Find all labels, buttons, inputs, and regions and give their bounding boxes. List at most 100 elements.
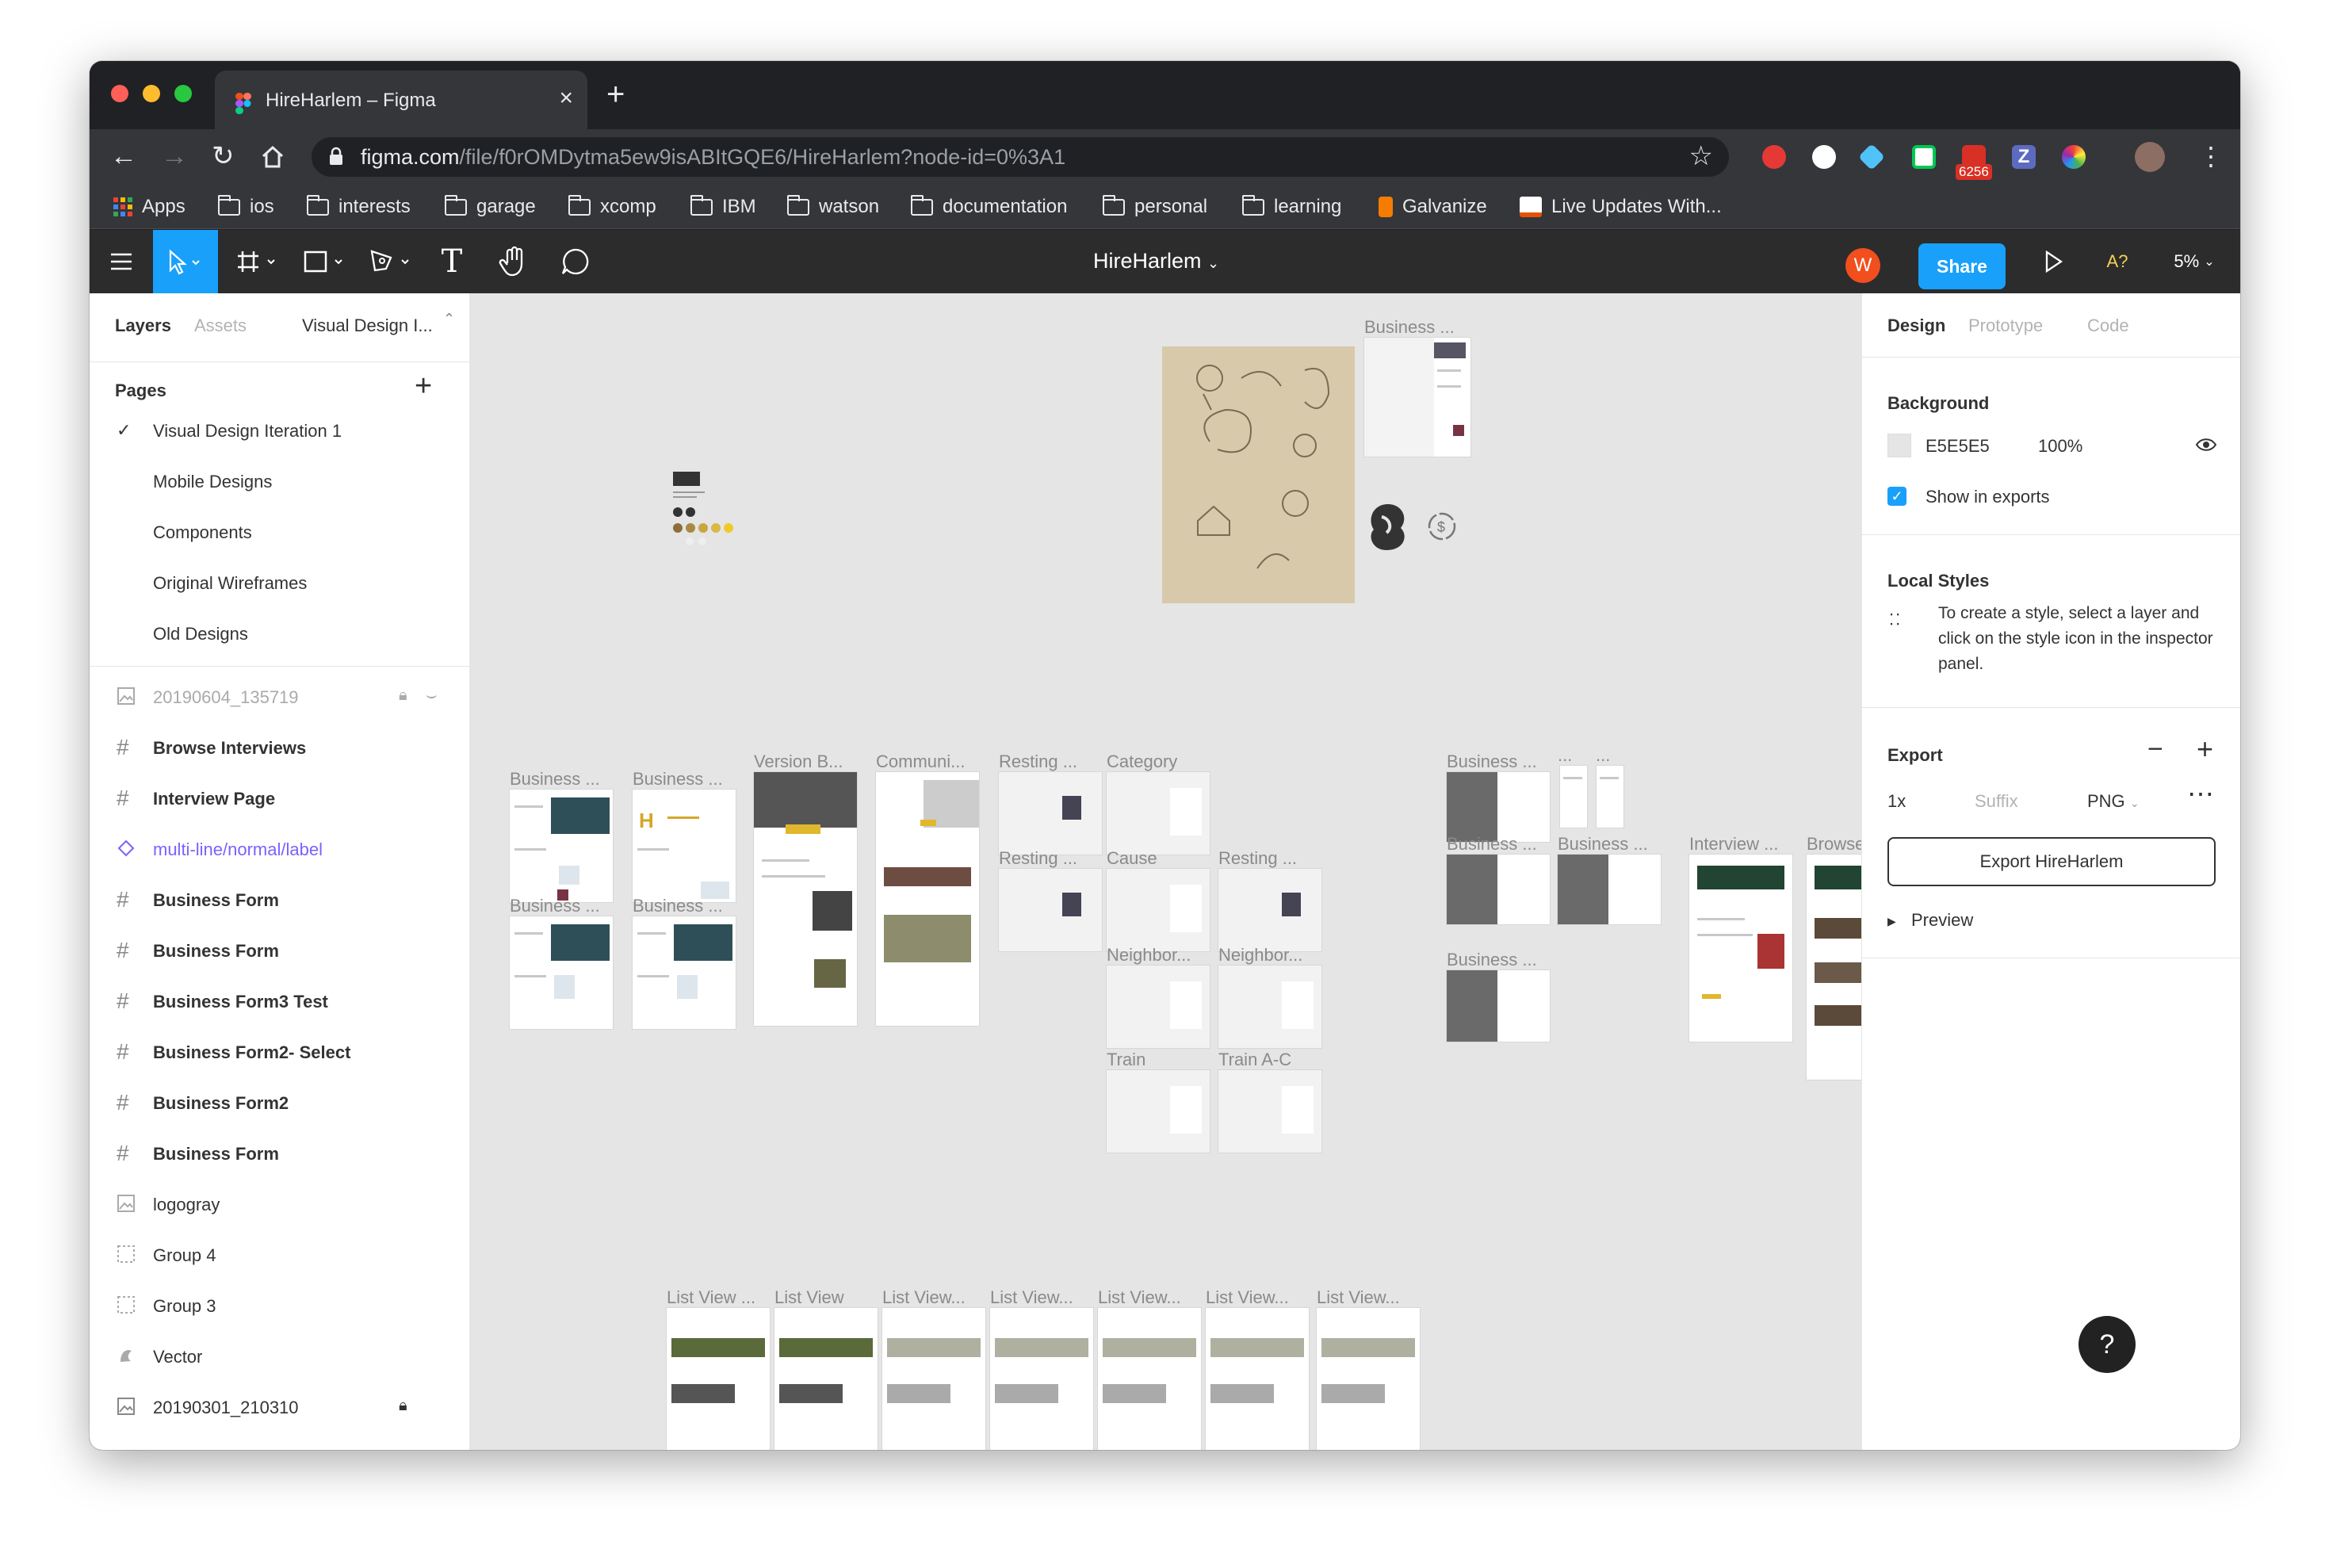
bookmark-live-updates[interactable]: Live Updates With... xyxy=(1520,196,1722,218)
frame-business[interactable] xyxy=(1447,855,1550,924)
missing-fonts-button[interactable]: A? xyxy=(2086,230,2149,293)
frame-train[interactable] xyxy=(1107,1070,1210,1153)
frame-neighborhood[interactable] xyxy=(1107,966,1210,1048)
frame-list-view[interactable] xyxy=(990,1308,1093,1450)
add-page-button[interactable]: + xyxy=(415,369,432,403)
tab-code[interactable]: Code xyxy=(2087,316,2129,336)
frame-label[interactable]: Resting ... xyxy=(999,751,1077,772)
layer-row[interactable]: # Business Form xyxy=(90,926,470,977)
reload-icon[interactable]: ↻ xyxy=(212,140,235,172)
eye-icon[interactable] xyxy=(2195,436,2217,453)
comment-tool-button[interactable] xyxy=(548,230,603,293)
new-tab-button[interactable]: + xyxy=(606,77,625,113)
bookmark-folder-garage[interactable]: garage xyxy=(444,194,536,218)
frame-community[interactable] xyxy=(876,772,979,1026)
maximize-window-button[interactable] xyxy=(174,85,192,102)
bookmark-apps[interactable]: Apps xyxy=(113,196,185,218)
background-opacity-input[interactable]: 100% xyxy=(2038,436,2082,457)
layer-row[interactable]: # Business Form2- Select xyxy=(90,1027,470,1078)
layer-row[interactable]: # Interview Page xyxy=(90,774,470,824)
frame-label[interactable]: ... xyxy=(1558,745,1572,766)
color-dot[interactable] xyxy=(673,523,683,533)
minimize-window-button[interactable] xyxy=(143,85,160,102)
extension-hand-icon[interactable] xyxy=(1762,145,1786,169)
frame-resting[interactable] xyxy=(999,772,1102,855)
background-color-swatch[interactable] xyxy=(1887,434,1911,457)
color-dot[interactable] xyxy=(724,523,733,533)
page-item[interactable]: ✓ Visual Design Iteration 1 xyxy=(90,406,470,457)
design-canvas[interactable]: $ Business ... Business ... Business ...… xyxy=(470,293,1861,1450)
frame-list-view[interactable] xyxy=(774,1308,878,1450)
frame-business[interactable] xyxy=(510,916,613,1029)
frame-business[interactable] xyxy=(1447,772,1550,842)
layer-row[interactable]: Group 4 xyxy=(90,1230,470,1281)
frame-train[interactable] xyxy=(1218,1070,1321,1153)
frame-business[interactable] xyxy=(1364,338,1470,457)
text-tool-icon[interactable]: T xyxy=(424,230,480,293)
frame-label[interactable]: Business ... xyxy=(633,769,723,790)
background-hex-input[interactable]: E5E5E5 xyxy=(1926,436,1990,457)
bookmark-folder-xcomp[interactable]: xcomp xyxy=(568,194,656,218)
color-dot[interactable] xyxy=(673,507,683,517)
extension-circle-icon[interactable] xyxy=(1812,145,1836,169)
shape-tool-button[interactable] xyxy=(293,230,356,293)
frame-category[interactable] xyxy=(1107,772,1210,855)
logo-silhouette-icon[interactable] xyxy=(1364,501,1410,555)
extension-diamond-icon[interactable] xyxy=(1858,143,1885,170)
bookmark-folder-ibm[interactable]: IBM xyxy=(690,194,756,218)
frame-label[interactable]: List View xyxy=(774,1287,844,1308)
page-item[interactable]: Mobile Designs xyxy=(90,457,470,507)
add-export-button[interactable]: + xyxy=(2197,732,2213,766)
frame-business[interactable] xyxy=(510,790,613,902)
pen-tool-button[interactable] xyxy=(359,230,423,293)
frame-label[interactable]: List View... xyxy=(882,1287,966,1308)
frame-label[interactable]: Business ... xyxy=(1558,834,1648,855)
layer-row[interactable]: multi-line/normal/label xyxy=(90,824,470,875)
frame-tool-button[interactable] xyxy=(229,230,288,293)
layer-row[interactable]: # Browse Interviews xyxy=(90,723,470,774)
frame-label[interactable]: Business ... xyxy=(1364,317,1455,338)
bookmark-star-icon[interactable]: ☆ xyxy=(1689,140,1713,172)
layer-row[interactable]: logogray xyxy=(90,1180,470,1230)
remove-export-button[interactable]: − xyxy=(2147,734,2163,765)
help-button[interactable]: ? xyxy=(2079,1316,2136,1373)
frame-label[interactable]: List View... xyxy=(1206,1287,1289,1308)
frame-label[interactable]: Interview ... xyxy=(1689,834,1778,855)
page-item[interactable]: Components xyxy=(90,507,470,558)
color-dot[interactable] xyxy=(711,523,721,533)
frame-label[interactable]: Business ... xyxy=(633,896,723,916)
forward-icon[interactable]: → xyxy=(161,140,188,172)
bookmark-galvanize[interactable]: Galvanize xyxy=(1379,196,1487,218)
bookmark-folder-personal[interactable]: personal xyxy=(1102,194,1207,218)
frame-browse[interactable] xyxy=(1807,855,1861,1080)
frame-label[interactable]: List View ... xyxy=(667,1287,755,1308)
tab-layers[interactable]: Layers xyxy=(115,316,171,336)
frame-label[interactable]: List View... xyxy=(1317,1287,1400,1308)
frame-business[interactable] xyxy=(1558,855,1661,924)
close-window-button[interactable] xyxy=(111,85,128,102)
frame-label[interactable]: Category xyxy=(1107,751,1177,772)
present-button[interactable] xyxy=(2030,230,2078,293)
frame-business[interactable]: H xyxy=(633,790,736,902)
frame-label[interactable]: Business ... xyxy=(1447,751,1537,772)
file-title[interactable]: HireHarlem ⌄ xyxy=(1093,249,1219,273)
frame-label[interactable]: Cause xyxy=(1107,848,1157,869)
page-item[interactable]: Old Designs xyxy=(90,609,470,660)
preview-toggle[interactable]: Preview xyxy=(1911,910,1973,931)
hidden-eye-icon[interactable]: ⌣ xyxy=(426,685,437,706)
color-dot[interactable] xyxy=(686,523,695,533)
extension-document-icon[interactable] xyxy=(1912,145,1936,169)
layer-row[interactable]: Vector xyxy=(90,1332,470,1383)
tab-design[interactable]: Design xyxy=(1887,316,1945,336)
export-scale-select[interactable]: 1x xyxy=(1887,791,1906,812)
layer-row[interactable]: 20190604_135719 🔒︎ ⌣ xyxy=(90,672,470,723)
frame-business[interactable] xyxy=(633,916,736,1029)
export-button[interactable]: Export HireHarlem xyxy=(1887,837,2216,886)
frame-business[interactable] xyxy=(1447,970,1550,1042)
frame-label[interactable]: Resting ... xyxy=(1218,848,1297,869)
address-bar[interactable]: figma.com/file/f0rOMDytma5ew9isABItGQE6/… xyxy=(312,137,1729,177)
user-avatar[interactable]: W xyxy=(1845,248,1880,283)
profile-avatar[interactable] xyxy=(2135,142,2165,172)
layer-row[interactable]: # Business Form2 xyxy=(90,1078,470,1129)
page-selector[interactable]: Visual Design I... xyxy=(302,316,433,336)
